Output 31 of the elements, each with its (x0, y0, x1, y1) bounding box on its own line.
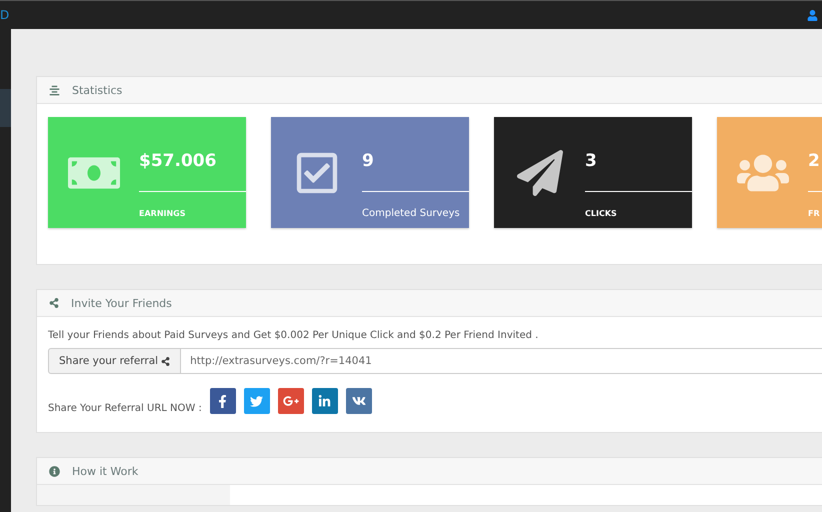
stat-value: $57.006 (139, 151, 246, 192)
share-label: Share Your Referral URL NOW : (48, 403, 202, 414)
panel-title: Statistics (72, 84, 122, 96)
social-share-button[interactable] (244, 388, 270, 414)
stat-value: 2 (808, 151, 822, 192)
vk-icon (352, 394, 366, 408)
linkedin-icon (318, 394, 332, 408)
twitter-icon (250, 394, 264, 408)
stat-value: 3 (585, 151, 692, 192)
stat-label: Completed Surveys (362, 208, 461, 219)
share-icon (49, 298, 59, 308)
panel-title: Invite Your Friends (71, 296, 172, 310)
social-share-button[interactable] (346, 388, 372, 414)
social-share-button[interactable] (312, 388, 338, 414)
paper-plane-icon (516, 150, 562, 196)
stat-label: EARNINGS (139, 209, 187, 218)
align-icon (49, 84, 60, 96)
panel-title: How it Work (72, 464, 138, 478)
social-share-button[interactable] (210, 388, 236, 414)
share-icon (161, 356, 170, 366)
referral-url-field[interactable]: http://extrasurveys.com/?r=14041 (181, 348, 822, 374)
brand-logo[interactable]: D (0, 8, 10, 22)
stat-label: FR (808, 209, 821, 218)
stat-value: 9 (362, 151, 469, 192)
info-icon (49, 466, 60, 476)
user-icon[interactable] (807, 10, 818, 20)
stat-label: CLICKS (585, 209, 618, 218)
invite-text: Tell your Friends about Paid Surveys and Get $0.002 Per Unique Click and $0.2 Per Friend Invited . (48, 330, 540, 341)
referral-addon: Share your referral (48, 348, 182, 374)
social-share-button[interactable] (278, 388, 304, 414)
google-plus-icon (282, 393, 299, 409)
